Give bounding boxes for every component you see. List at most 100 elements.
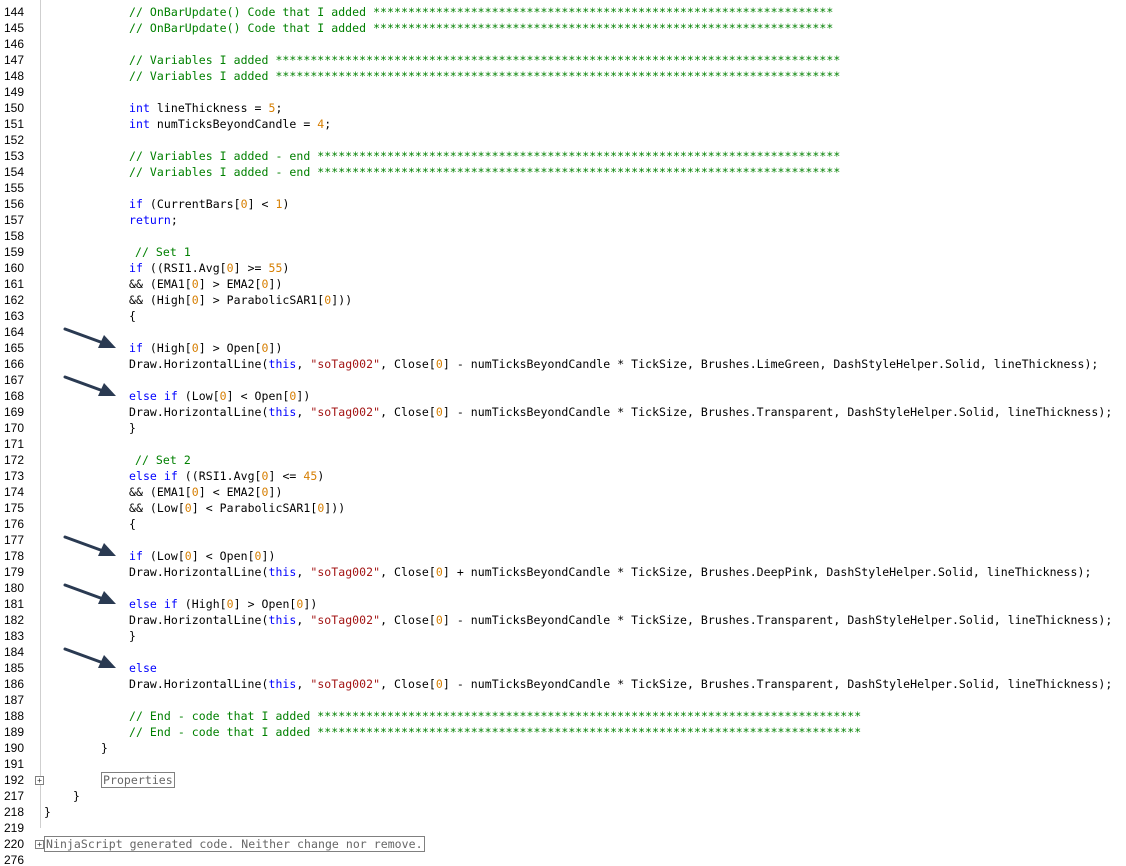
code-token: ] <= bbox=[268, 469, 304, 483]
code-line-151[interactable]: 151 int numTicksBeyondCandle = 4; bbox=[0, 116, 1126, 132]
code-token: && (EMA1[ bbox=[129, 277, 192, 291]
code-line-149[interactable]: 149 bbox=[0, 84, 1126, 100]
line-number: 176 bbox=[4, 517, 25, 531]
code-line-191[interactable]: 191 bbox=[0, 756, 1126, 772]
code-token: Draw.HorizontalLine( bbox=[129, 677, 269, 691]
code-line-146[interactable]: 146 bbox=[0, 36, 1126, 52]
code-line-163[interactable]: 163 { bbox=[0, 308, 1126, 324]
code-token: ; bbox=[275, 101, 283, 115]
code-line-219[interactable]: 219 bbox=[0, 820, 1126, 836]
code-line-182[interactable]: 182 Draw.HorizontalLine(this, "soTag002",… bbox=[0, 612, 1126, 628]
code-line-187[interactable]: 187 bbox=[0, 692, 1126, 708]
code-line-175[interactable]: 175 && (Low[0] < ParabolicSAR1[0])) bbox=[0, 500, 1126, 516]
keyword-token: return bbox=[129, 213, 171, 227]
expand-icon[interactable]: + bbox=[35, 776, 44, 785]
code-line-147[interactable]: 147 // Variables I added ****************… bbox=[0, 52, 1126, 68]
code-token: (High[ bbox=[177, 597, 227, 611]
keyword-token: if bbox=[129, 261, 143, 275]
code-line-155[interactable]: 155 bbox=[0, 180, 1126, 196]
code-line-217[interactable]: 217} bbox=[0, 788, 1126, 804]
comment-token: // End - code that I added *************… bbox=[129, 709, 862, 723]
code-line-218[interactable]: 218} bbox=[0, 804, 1126, 820]
line-number: 173 bbox=[4, 469, 25, 483]
code-line-190[interactable]: 190} bbox=[0, 740, 1126, 756]
line-number: 178 bbox=[4, 549, 25, 563]
code-line-158[interactable]: 158 bbox=[0, 228, 1126, 244]
code-line-179[interactable]: 179 Draw.HorizontalLine(this, "soTag002",… bbox=[0, 564, 1126, 580]
code-line-166[interactable]: 166 Draw.HorizontalLine(this, "soTag002",… bbox=[0, 356, 1126, 372]
line-number: 162 bbox=[4, 293, 25, 307]
arrow-right-down-icon bbox=[63, 583, 116, 604]
code-line-162[interactable]: 162 && (High[0] > ParabolicSAR1[0])) bbox=[0, 292, 1126, 308]
code-line-167[interactable]: 167 bbox=[0, 372, 1126, 388]
code-line-154[interactable]: 154 // Variables I added - end **********… bbox=[0, 164, 1126, 180]
code-token: ] - numTicksBeyondCandle * TickSize, Bru… bbox=[442, 677, 1113, 691]
code-token: Draw.HorizontalLine( bbox=[129, 565, 269, 579]
code-line-178[interactable]: 178 if (Low[0] < Open[0]) bbox=[0, 548, 1126, 564]
keyword-token: if bbox=[129, 341, 143, 355]
code-line-171[interactable]: 171 bbox=[0, 436, 1126, 452]
string-token: "soTag002" bbox=[310, 613, 381, 627]
code-line-181[interactable]: 181 else if (High[0] > Open[0]) bbox=[0, 596, 1126, 612]
code-line-185[interactable]: 185 else bbox=[0, 660, 1126, 676]
code-line-148[interactable]: 148 // Variables I added ****************… bbox=[0, 68, 1126, 84]
code-token: ] - numTicksBeyondCandle * TickSize, Bru… bbox=[442, 405, 1113, 419]
code-line-156[interactable]: 156 if (CurrentBars[0] < 1) bbox=[0, 196, 1126, 212]
code-line-157[interactable]: 157 return; bbox=[0, 212, 1126, 228]
code-line-144[interactable]: 144 // OnBarUpdate() Code that I added **… bbox=[0, 4, 1126, 20]
code-line-153[interactable]: 153 // Variables I added - end **********… bbox=[0, 148, 1126, 164]
code-token: , Close[ bbox=[380, 565, 436, 579]
code-line-168[interactable]: 168 else if (Low[0] < Open[0]) bbox=[0, 388, 1126, 404]
keyword-token: if bbox=[129, 197, 143, 211]
line-number: 185 bbox=[4, 661, 25, 675]
code-line-174[interactable]: 174 && (EMA1[0] < EMA2[0]) bbox=[0, 484, 1126, 500]
number-token: 0 bbox=[219, 389, 227, 403]
code-line-220[interactable]: 220 + NinjaScript generated code. Neither … bbox=[0, 836, 1126, 852]
code-line-176[interactable]: 176 { bbox=[0, 516, 1126, 532]
code-line-165[interactable]: 165 if (High[0] > Open[0]) bbox=[0, 340, 1126, 356]
code-line-177[interactable]: 177 bbox=[0, 532, 1126, 548]
collapsed-region[interactable]: Properties bbox=[101, 772, 175, 788]
code-line-186[interactable]: 186 Draw.HorizontalLine(this, "soTag002",… bbox=[0, 676, 1126, 692]
code-token: , bbox=[296, 613, 311, 627]
code-token: Draw.HorizontalLine( bbox=[129, 357, 269, 371]
code-line-152[interactable]: 152 bbox=[0, 132, 1126, 148]
code-line-276[interactable]: 276 bbox=[0, 852, 1126, 866]
code-line-169[interactable]: 169 Draw.HorizontalLine(this, "soTag002",… bbox=[0, 404, 1126, 420]
number-token: 0 bbox=[435, 357, 443, 371]
keyword-token: else if bbox=[129, 389, 178, 403]
code-line-188[interactable]: 188 // End - code that I added **********… bbox=[0, 708, 1126, 724]
number-token: 55 bbox=[268, 261, 283, 275]
code-line-180[interactable]: 180 bbox=[0, 580, 1126, 596]
code-line-161[interactable]: 161 && (EMA1[0] > EMA2[0]) bbox=[0, 276, 1126, 292]
comment-token: // OnBarUpdate() Code that I added *****… bbox=[129, 5, 834, 19]
line-number: 147 bbox=[4, 53, 25, 67]
code-line-170[interactable]: 170} bbox=[0, 420, 1126, 436]
code-line-159[interactable]: 159 // Set 1 bbox=[0, 244, 1126, 260]
line-number: 192 bbox=[4, 773, 25, 787]
code-line-172[interactable]: 172 // Set 2 bbox=[0, 452, 1126, 468]
code-editor[interactable]: 144 // OnBarUpdate() Code that I added **… bbox=[0, 4, 1126, 866]
code-token: ] < Open[ bbox=[191, 549, 255, 563]
line-number: 189 bbox=[4, 725, 25, 739]
code-text: int lineThickness = 5; bbox=[129, 100, 282, 116]
code-text: // Variables I added *******************… bbox=[129, 68, 840, 84]
code-token: , bbox=[296, 677, 311, 691]
line-number: 158 bbox=[4, 229, 25, 243]
code-line-192[interactable]: 192 + Properties bbox=[0, 772, 1126, 788]
code-token: ])) bbox=[324, 501, 346, 515]
code-line-160[interactable]: 160 if ((RSI1.Avg[0] >= 55) bbox=[0, 260, 1126, 276]
code-line-150[interactable]: 150 int lineThickness = 5; bbox=[0, 100, 1126, 116]
code-line-183[interactable]: 183} bbox=[0, 628, 1126, 644]
expand-icon[interactable]: + bbox=[35, 840, 44, 849]
code-line-189[interactable]: 189 // End - code that I added **********… bbox=[0, 724, 1126, 740]
line-number: 160 bbox=[4, 261, 25, 275]
code-line-145[interactable]: 145 // OnBarUpdate() Code that I added **… bbox=[0, 20, 1126, 36]
code-text: } bbox=[73, 788, 80, 804]
collapsed-region[interactable]: NinjaScript generated code. Neither chan… bbox=[44, 836, 425, 852]
code-line-184[interactable]: 184 bbox=[0, 644, 1126, 660]
line-number: 168 bbox=[4, 389, 25, 403]
code-token: ] + numTicksBeyondCandle * TickSize, Bru… bbox=[442, 565, 1092, 579]
code-line-164[interactable]: 164 bbox=[0, 324, 1126, 340]
code-line-173[interactable]: 173 else if ((RSI1.Avg[0] <= 45) bbox=[0, 468, 1126, 484]
